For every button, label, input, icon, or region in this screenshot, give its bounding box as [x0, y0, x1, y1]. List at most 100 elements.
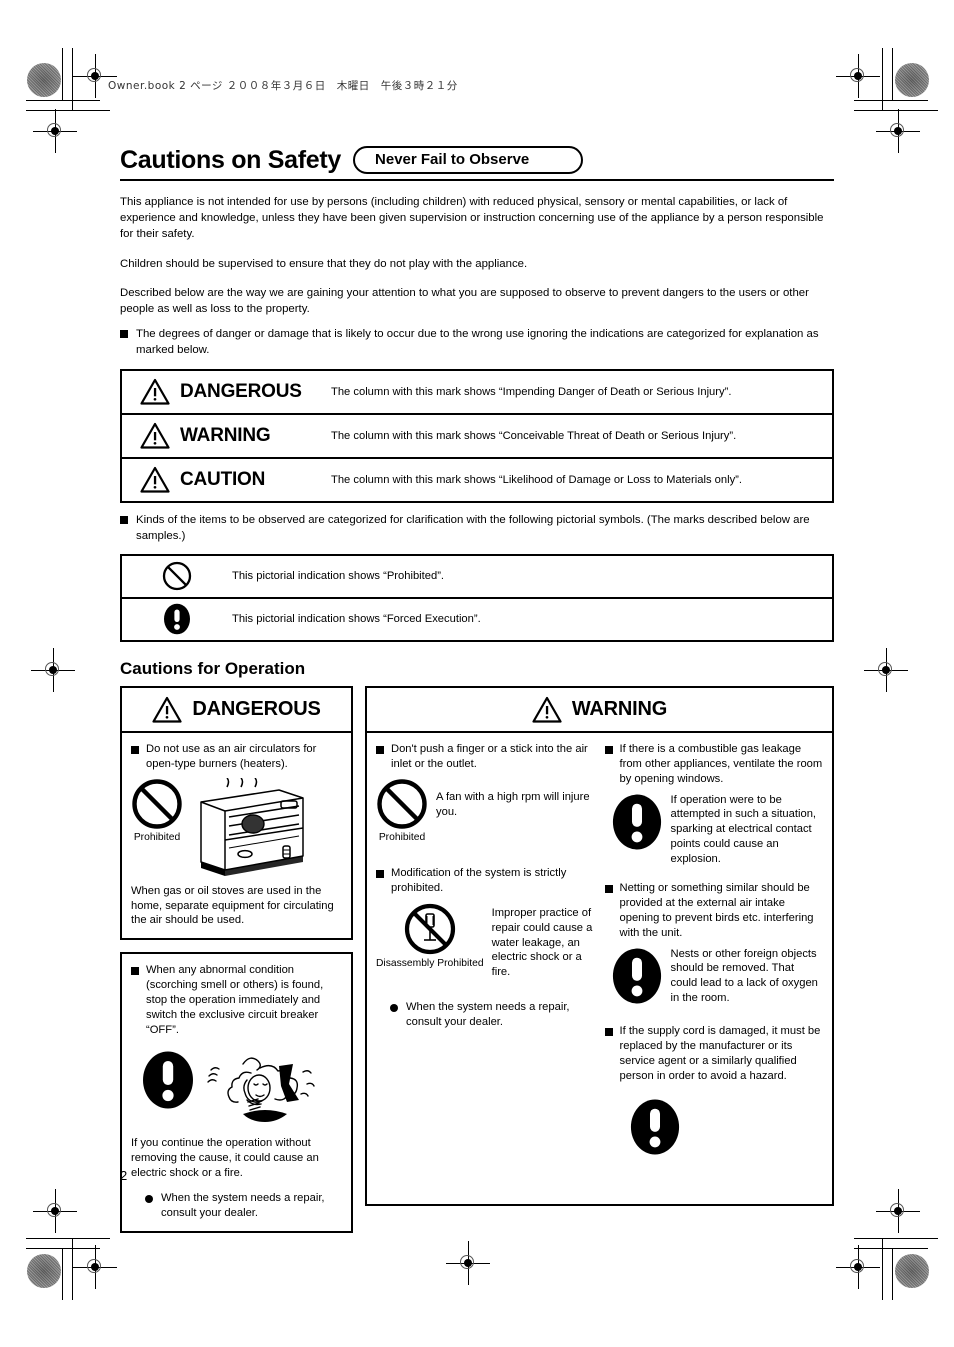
registration-mark: [73, 1245, 117, 1289]
warning-right-2-figure-row: Nests or other foreign objects should be…: [605, 947, 824, 1007]
dangerous-panel-secondary: When any abnormal condition (scorching s…: [120, 952, 353, 1234]
disassembly-prohibited-icon-block: Disassembly Prohibited: [376, 902, 484, 970]
registration-mark: [876, 109, 920, 153]
warning-left-note: When the system needs a repair, consult …: [376, 1000, 595, 1030]
symbol-cell: [122, 561, 232, 591]
halftone-registration-dot: [27, 1254, 61, 1288]
registration-mark: [73, 54, 117, 98]
crop-mark-line: [62, 48, 63, 100]
warning-panel-header: WARNING: [367, 688, 832, 733]
registration-mark: [31, 648, 75, 692]
dangerous-panel-title: DANGEROUS: [192, 697, 321, 720]
prohibited-icon: [132, 778, 182, 829]
list-item: If there is a combustible gas leakage fr…: [604, 742, 824, 787]
crop-mark-line: [882, 48, 883, 110]
forced-execution-icon: [630, 1099, 679, 1155]
level-name: WARNING: [180, 424, 271, 446]
pictorial-symbol-table: This pictorial indication shows “Prohibi…: [120, 553, 834, 642]
intro-bullet-1: The degrees of danger or damage that is …: [120, 326, 834, 358]
crop-mark-line: [854, 100, 928, 101]
crop-mark-line: [854, 1248, 928, 1249]
warning-right-1-figure-row: If operation were to be attempted in suc…: [605, 793, 824, 867]
section-heading-cautions-for-operation: Cautions for Operation: [120, 658, 306, 678]
warning-left-2-side: Improper practice of repair could cause …: [491, 906, 593, 979]
coughing-person-illustration: [207, 1057, 315, 1122]
warning-left-1-side: A fan with a high rpm will injure you.: [436, 790, 590, 818]
registration-mark: [33, 109, 77, 153]
danger-level-table: DANGEROUS The column with this mark show…: [120, 368, 834, 503]
forced-execution-icon: [612, 794, 661, 849]
crop-mark-line: [26, 1238, 110, 1239]
forced-execution-icon-block: [629, 1098, 681, 1156]
prohibited-icon: [162, 562, 192, 591]
warning-right-1-lead: If there is a combustible gas leakage fr…: [619, 742, 823, 785]
warning-left-note-text: When the system needs a repair, consult …: [406, 1001, 570, 1029]
warning-triangle-icon: [140, 422, 170, 449]
print-job-header: Owner.book 2 ページ ２００８年３月６日 木曜日 午後３時２１分: [108, 80, 458, 92]
page-content: Cautions on Safety Never Fail to Observe…: [120, 146, 834, 1234]
halftone-registration-dot: [895, 1254, 929, 1288]
list-item: Netting or something similar should be p…: [604, 881, 824, 941]
warning-triangle-icon: [152, 696, 182, 723]
warning-triangle-icon: [140, 378, 170, 405]
list-item: When any abnormal condition (scorching s…: [131, 963, 342, 1037]
intro-paragraph-1: This appliance is not intended for use b…: [120, 196, 824, 241]
intro-paragraph-3: Described below are the way we are gaini…: [120, 286, 809, 315]
dangerous-panel: DANGEROUS Do not use as an air circulato…: [120, 685, 353, 941]
dangerous-item-1-figure-row: Prohibited: [131, 777, 342, 876]
disassembly-prohibited-icon: [404, 903, 455, 954]
square-bullet-icon: [120, 515, 128, 524]
page-sheet: Owner.book 2 ページ ２００８年３月６日 木曜日 午後３時２１分 C…: [0, 0, 954, 1347]
crop-mark-line: [26, 1248, 100, 1249]
level-description: The column with this mark shows “Conceiv…: [331, 429, 737, 442]
halftone-registration-dot: [27, 63, 61, 97]
warning-columns: Don't push a finger or a stick into the …: [376, 742, 823, 1156]
square-bullet-icon: [604, 1028, 613, 1037]
list-item: If the supply cord is damaged, it must b…: [604, 1024, 824, 1084]
warning-right-2-lead: Netting or something similar should be p…: [619, 882, 814, 939]
warning-right-1-side: If operation were to be attempted in suc…: [670, 793, 817, 866]
level-label-cell: CAUTION: [122, 466, 327, 493]
intro-paragraph-2: Children should be supervised to ensure …: [120, 257, 528, 270]
square-bullet-icon: [131, 967, 139, 976]
round-bullet-icon: [145, 1195, 153, 1204]
halftone-registration-dot: [895, 63, 929, 97]
dangerous-item-1-lead: Do not use as an air circulators for ope…: [146, 742, 317, 770]
registration-mark: [446, 1241, 490, 1285]
warning-left-2-figure-row: Disassembly Prohibited Improper practice…: [376, 902, 595, 980]
dangerous-panel-header: DANGEROUS: [122, 688, 351, 733]
crop-mark-line: [882, 1238, 883, 1300]
warning-panel: WARNING Don't push a finger or a stick i…: [365, 685, 834, 1206]
operation-panels: DANGEROUS Do not use as an air circulato…: [120, 685, 834, 1234]
prohibited-caption: Prohibited: [133, 831, 181, 843]
dangerous-panel-secondary-body: When any abnormal condition (scorching s…: [122, 954, 351, 1231]
registration-mark: [876, 1189, 920, 1233]
dangerous-column: DANGEROUS Do not use as an air circulato…: [120, 685, 353, 1234]
warning-right-3-figure-row: [605, 1098, 824, 1156]
table-row: WARNING The column with this mark shows …: [122, 415, 832, 459]
forced-execution-icon-block: [611, 947, 663, 1005]
intro-bullet-1-text: The degrees of danger or damage that is …: [136, 328, 819, 357]
table-row: DANGEROUS The column with this mark show…: [122, 371, 832, 415]
dangerous-item-1-under: When gas or oil stoves are used in the h…: [131, 884, 334, 927]
warning-left-2-lead: Modification of the system is strictly p…: [391, 867, 567, 894]
crop-mark-line: [72, 1238, 73, 1300]
forced-execution-icon: [612, 948, 661, 1004]
warning-right-2-side: Nests or other foreign objects should be…: [670, 947, 818, 1005]
list-item: Do not use as an air circulators for ope…: [131, 742, 342, 772]
crop-mark-line: [854, 1238, 938, 1239]
never-fail-badge: Never Fail to Observe: [353, 146, 584, 174]
heater-illustration: [200, 777, 304, 876]
square-bullet-icon: [120, 330, 128, 339]
forced-execution-icon-block: [611, 793, 663, 851]
warning-triangle-icon: [532, 696, 562, 723]
intro-bullet-2: Kinds of the items to be observed are ca…: [120, 512, 834, 544]
square-bullet-icon: [604, 745, 613, 754]
warning-panel-body: Don't push a finger or a stick into the …: [367, 733, 832, 1204]
level-label-cell: DANGEROUS: [122, 378, 327, 405]
dangerous-item-2-under: If you continue the operation without re…: [131, 1136, 319, 1179]
level-label-cell: WARNING: [122, 422, 327, 449]
registration-mark: [864, 648, 908, 692]
dangerous-panel-body: Do not use as an air circulators for ope…: [122, 733, 351, 938]
prohibited-icon: [377, 778, 427, 829]
